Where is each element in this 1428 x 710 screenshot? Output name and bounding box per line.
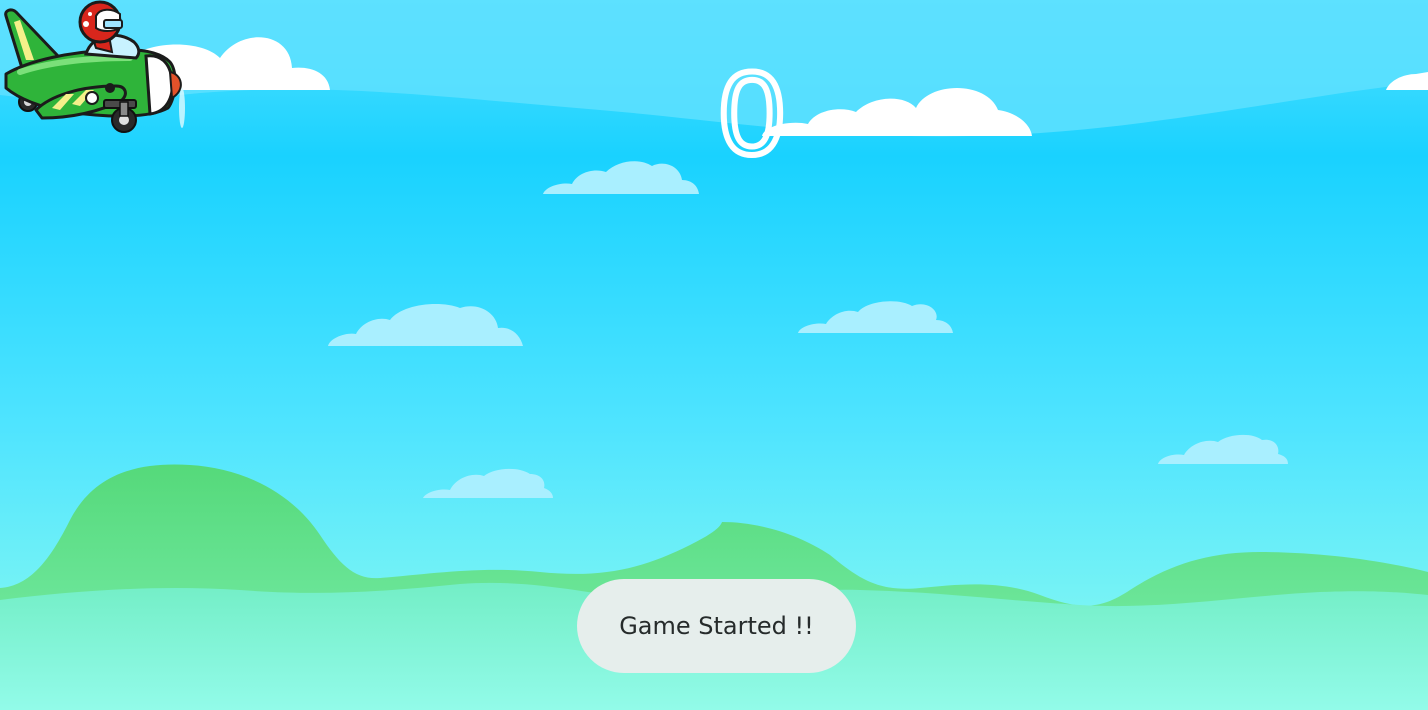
score-counter: 0 (716, 48, 788, 180)
toast-text: Game Started !! (619, 612, 814, 640)
player-plane[interactable] (0, 0, 190, 140)
game-started-toast: Game Started !! (577, 579, 856, 673)
game-canvas[interactable]: 0 Game Started !! (0, 0, 1428, 710)
